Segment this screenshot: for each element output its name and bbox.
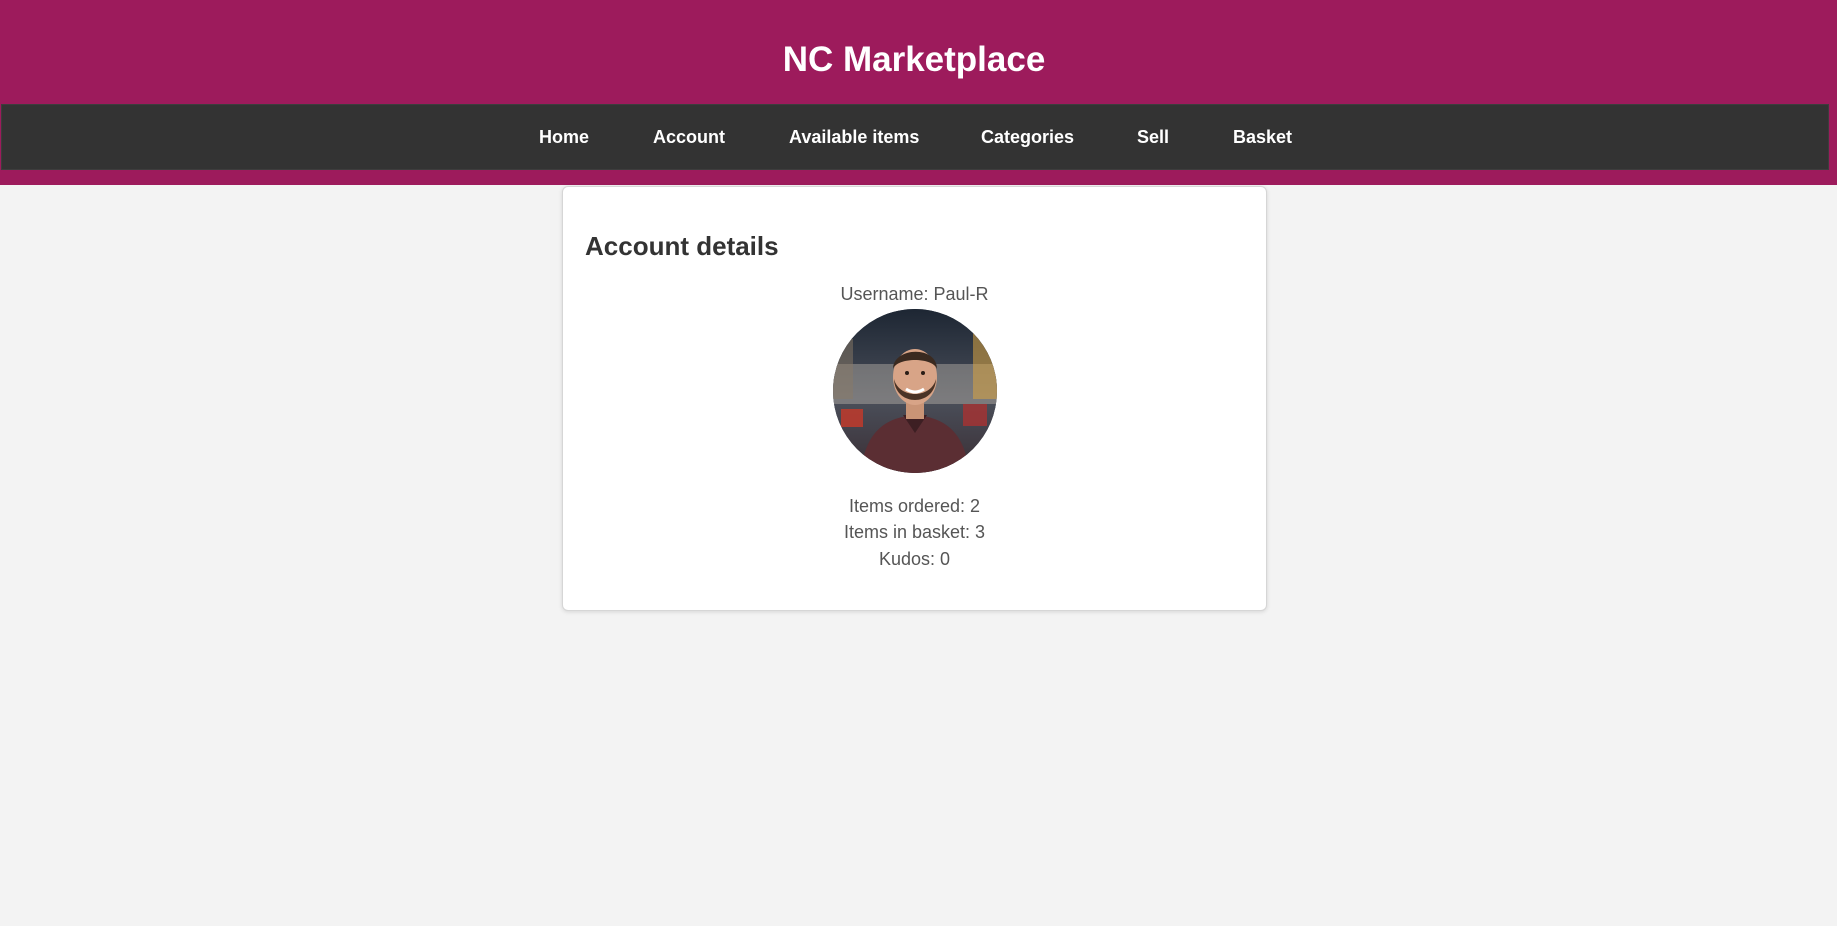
nav-home-link[interactable]: Home — [539, 105, 589, 169]
nav-sell-link[interactable]: Sell — [1137, 105, 1169, 169]
items-in-basket-text: Items in basket: 3 — [843, 522, 986, 542]
user-avatar-photo-icon — [833, 309, 997, 473]
items-ordered-text: Items ordered: 2 — [848, 496, 981, 516]
nav-categories-link[interactable]: Categories — [981, 105, 1074, 169]
nav-account-link[interactable]: Account — [653, 105, 725, 169]
user-avatar — [833, 309, 997, 473]
nav-available-items-link[interactable]: Available items — [789, 105, 919, 169]
main-navbar: Home Account Available items Categories … — [1, 104, 1829, 170]
kudos-text: Kudos: 0 — [878, 549, 951, 569]
site-title: NC Marketplace — [782, 40, 1046, 79]
site-header: NC Marketplace Home Account Available it… — [0, 0, 1837, 185]
username-text: Username: Paul-R — [840, 284, 989, 304]
account-details-card: Account details Username: Paul-R Items o… — [562, 186, 1267, 611]
nav-basket-link[interactable]: Basket — [1233, 105, 1292, 169]
account-details-heading: Account details — [585, 231, 779, 261]
